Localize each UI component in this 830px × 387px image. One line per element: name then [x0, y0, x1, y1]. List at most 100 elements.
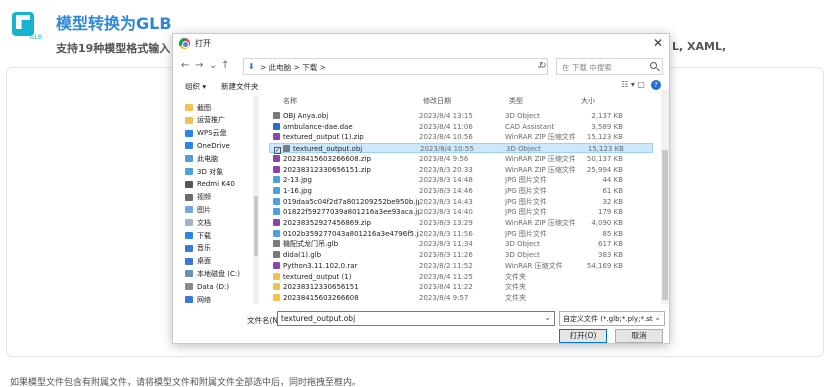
column-date[interactable]: 修改日期 — [423, 96, 451, 106]
help-icon[interactable]: ? — [651, 80, 661, 90]
navigation-pane: 截图运营推广 WPS云盘 OneDrive 此电脑 3D 对象 Redmi K40 视频 图片… — [173, 96, 259, 304]
chevron-down-icon[interactable]: ⌄ — [544, 313, 551, 322]
file-row-selected[interactable]: ✓ textured_output.obj 2023/8/4 10:55 3D Obj… — [269, 143, 653, 155]
file-name-cell: 01822f59277039a801216a3ee93aca.jpg — [273, 207, 419, 217]
sidebar-item[interactable]: 本地磁盘 (C:) — [185, 268, 240, 279]
file-type: JPG 图片文件 — [505, 229, 547, 238]
sidebar-item-icon — [185, 219, 193, 227]
file-date: 2023/8/3 20:33 — [419, 165, 473, 174]
file-list-scrollbar[interactable] — [661, 90, 669, 304]
file-size: 85 KB — [602, 229, 623, 238]
file-name: 20238312330656151 — [283, 283, 359, 292]
file-name: 01822f59277039a801216a3ee93aca.jpg — [283, 208, 419, 217]
sidebar-item-icon — [185, 116, 193, 124]
file-size: 3,589 KB — [591, 122, 623, 131]
file-name: Python3.11.102.0.rar — [283, 261, 358, 270]
file-row[interactable]: 019daa5c04f2d7a801209252be950b.jpg... 202… — [269, 197, 653, 207]
up-button[interactable]: ↑ — [221, 60, 229, 72]
file-row[interactable]: OBJ Anya.obj 2023/8/4 13:15 3D Object 2,137… — [269, 111, 653, 121]
chevron-down-icon[interactable]: ⌄ — [654, 313, 661, 322]
sidebar-item[interactable]: 音乐 — [185, 243, 211, 254]
file-list-scroll-thumb[interactable] — [662, 150, 668, 300]
file-type-icon — [273, 208, 280, 216]
file-row[interactable]: 20238415603266608 2023/8/4 9:57 文件夹 — [269, 293, 653, 303]
address-bar[interactable]: ⬇ > 此电脑 > 下载 > ⌄ — [243, 58, 548, 75]
recent-locations-button[interactable]: ⌄ — [209, 60, 217, 72]
file-size: 50,137 KB — [586, 154, 623, 163]
new-folder-button[interactable]: 新建文件夹 — [221, 81, 259, 92]
sidebar-item[interactable]: 运营推广 — [185, 115, 225, 126]
sidebar-item[interactable]: Redmi K40 — [185, 179, 235, 190]
file-name: 20238312330656151.zip — [283, 165, 371, 174]
file-type-icon — [273, 133, 280, 141]
file-row[interactable]: dida(1).glb 2023/8/3 11:26 3D Object 383 KB — [269, 250, 653, 260]
refresh-button[interactable]: ↻ — [539, 61, 547, 71]
sidebar-item-label: 网络 — [197, 295, 211, 304]
sidebar-item[interactable]: Data (D:) — [185, 281, 229, 292]
page-title: 模型转换为GLB — [56, 14, 172, 33]
file-name-cell: 20238415603266608.zip — [273, 154, 419, 164]
file-row[interactable]: textured_output (1) 2023/8/4 11:25 文件夹 — [269, 272, 653, 282]
file-row[interactable]: 01822f59277039a801216a3ee93aca.jpg 2023/8… — [269, 207, 653, 217]
file-row[interactable]: 機配式龙门吊.glb 2023/8/3 11:34 3D Object 617 KB — [269, 239, 653, 249]
file-row[interactable]: 20238312330656151 2023/8/4 11:22 文件夹 — [269, 282, 653, 292]
file-row[interactable]: 20238312330656151.zip 2023/8/3 20:33 WinRA… — [269, 165, 653, 175]
file-date: 2023/8/4 9:57 — [419, 293, 469, 302]
file-type-icon — [273, 197, 280, 205]
file-name-cell: 0102b359277043a801216a3e4796f5.jpg — [273, 229, 419, 239]
sidebar-item[interactable]: OneDrive — [185, 140, 230, 151]
sidebar-item-icon — [185, 296, 193, 303]
file-row[interactable]: 2-13.jpg 2023/8/3 14:48 JPG 图片文件 44 KB — [269, 175, 653, 185]
sidebar-item[interactable]: 图片 — [185, 204, 211, 215]
sidebar-item-icon — [185, 232, 193, 239]
file-type-filter-value: 自定义文件 (*.glb;*.ply;*.stl;*.c — [563, 315, 653, 323]
sidebar-item-label: Data (D:) — [197, 282, 230, 291]
sidebar-item[interactable]: 3D 对象 — [185, 166, 223, 177]
close-button[interactable]: ✕ — [653, 35, 663, 51]
file-name: dida(1).glb — [283, 251, 322, 260]
sidebar-item[interactable]: 桌面 — [185, 256, 211, 267]
forward-button[interactable]: → — [195, 60, 203, 72]
file-type: WinRAR 压缩文件 — [505, 261, 563, 270]
file-name: 20238352927456869.zip — [283, 219, 371, 227]
dialog-titlebar[interactable]: 打开 ✕ — [173, 34, 669, 54]
file-type-filter[interactable]: 自定义文件 (*.glb;*.ply;*.stl;*.c ⌄ — [559, 311, 665, 326]
filename-field[interactable]: textured_output.obj ⌄ — [277, 311, 555, 326]
column-name[interactable]: 名称 — [283, 96, 297, 106]
sidebar-item[interactable]: 截图 — [185, 102, 211, 113]
file-row[interactable]: Python3.11.102.0.rar 2023/8/2 11:52 WinRAR… — [269, 261, 653, 271]
sidebar-item-icon — [185, 257, 193, 265]
file-type-icon — [273, 122, 280, 130]
file-name-cell: textured_output (1) — [273, 272, 419, 282]
file-row[interactable]: 20238415603266608.zip 2023/8/4 9:56 WinRAR… — [269, 154, 653, 164]
navigation-scrollbar[interactable] — [253, 96, 259, 304]
file-name: textured_output (1).zip — [283, 133, 364, 142]
sidebar-item-label: 3D 对象 — [197, 167, 224, 176]
back-button[interactable]: ← — [181, 60, 189, 72]
search-input[interactable]: 在 下载 中搜索 — [556, 58, 663, 75]
file-row[interactable]: textured_output (1).zip 2023/8/4 10:56 Win… — [269, 132, 653, 142]
file-row[interactable]: 20238352927456869.zip 2023/8/3 13:29 WinRA… — [269, 218, 653, 228]
sidebar-item[interactable]: 网络 — [185, 294, 211, 304]
file-row[interactable]: 1-16.jpg 2023/8/3 14:46 JPG 图片文件 61 KB — [269, 186, 653, 196]
file-row[interactable]: 0102b359277043a801216a3e4796f5.jpg 2023/8… — [269, 229, 653, 239]
sidebar-item[interactable]: 视频 — [185, 192, 211, 203]
sidebar-item-label: Redmi K40 — [197, 180, 235, 189]
cancel-button[interactable]: 取消 — [615, 329, 663, 343]
sidebar-item-icon — [185, 193, 193, 201]
sidebar-item[interactable]: 文档 — [185, 217, 211, 228]
file-name: 2-13.jpg — [283, 176, 312, 185]
column-size[interactable]: 大小 — [581, 96, 595, 106]
file-row[interactable]: ambulance-dae.dae 2023/8/4 11:06 CAD Assis… — [269, 122, 653, 132]
file-type-icon — [273, 261, 280, 269]
view-options[interactable]: ☷ ▾ ▢? — [621, 80, 661, 90]
sidebar-item[interactable]: 此电脑 — [185, 153, 218, 164]
sidebar-item[interactable]: 下载 — [185, 230, 211, 241]
open-button[interactable]: 打开(O) — [559, 329, 607, 343]
organize-button[interactable]: 组织 ▾ — [185, 81, 206, 92]
sidebar-item[interactable]: WPS云盘 — [185, 128, 227, 139]
address-path: > 此电脑 > 下载 > — [260, 63, 326, 72]
navigation-scroll-thumb[interactable] — [254, 196, 258, 256]
view-options-icon[interactable]: ☷ ▾ ▢ — [621, 80, 645, 89]
column-type[interactable]: 类型 — [509, 96, 523, 106]
